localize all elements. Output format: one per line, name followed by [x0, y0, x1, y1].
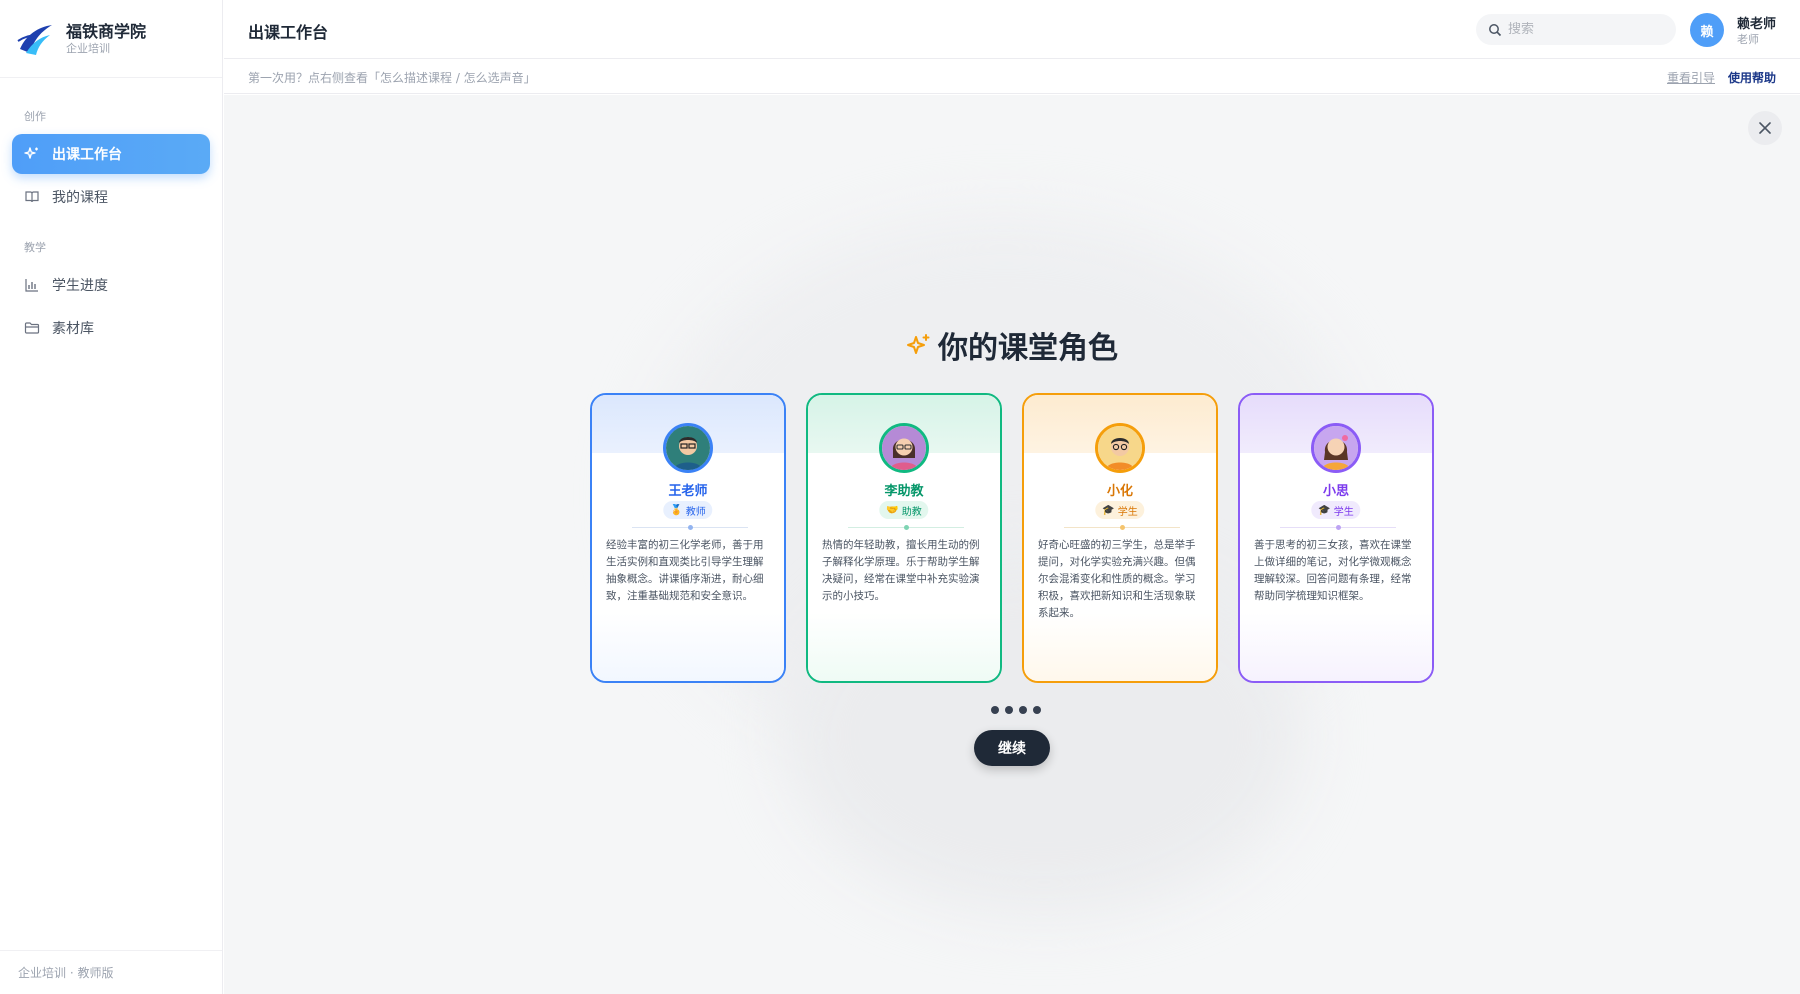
sidebar-item-label: 我的课程	[52, 190, 108, 206]
page-dot[interactable]	[1019, 706, 1027, 714]
close-icon	[1759, 122, 1771, 134]
sidebar: 福铁商学院 企业培训 创作 出课工作台 我的课程 教学 学生进度 素材库 企业培…	[0, 0, 223, 994]
page-dot[interactable]	[1033, 706, 1041, 714]
role-badge: 🏅 教师	[663, 501, 713, 519]
avatar	[1311, 423, 1361, 473]
role-name: 小化	[1106, 484, 1133, 499]
nav-section-create: 创作	[24, 110, 46, 123]
divider-dot	[904, 525, 909, 530]
role-card-student-xiaohua[interactable]: 小化 🎓 学生 好奇心旺盛的初三学生，总是举手提问，对化学实验充满兴趣。但偶尔会…	[1022, 393, 1218, 683]
brand-name: 福铁商学院	[66, 21, 147, 41]
replay-guide-link[interactable]: 重看引导	[1667, 69, 1715, 86]
sidebar-item-workbench[interactable]: 出课工作台	[12, 134, 210, 174]
role-description: 热情的年轻助教，擅长用生动的例子解释化学原理。乐于帮助学生解决疑问，经常在课堂中…	[822, 539, 980, 602]
continue-button[interactable]: 继续	[974, 730, 1050, 766]
divider-dot	[1336, 525, 1341, 530]
sparkle-icon	[906, 332, 932, 358]
sidebar-footer: 企业培训 · 教师版	[0, 950, 222, 994]
role-description: 好奇心旺盛的初三学生，总是举手提问，对化学实验充满兴趣。但偶尔会混淆变化和性质的…	[1038, 539, 1196, 619]
avatar[interactable]: 赖	[1690, 13, 1724, 47]
user-role: 老师	[1737, 33, 1759, 46]
search-box[interactable]	[1476, 14, 1676, 45]
avatar	[879, 423, 929, 473]
role-description: 经验丰富的初三化学老师，善于用生活实例和直观类比引导学生理解抽象概念。讲课循序渐…	[606, 539, 764, 602]
divider-dot	[688, 525, 693, 530]
role-badge-label: 学生	[1117, 506, 1138, 518]
assistant-avatar-icon	[882, 426, 926, 470]
pagination-dots	[991, 706, 1047, 714]
bar-chart-icon	[24, 277, 40, 293]
onboarding-overlay: 你的课堂角色 王老师 🏅 教师 经验丰富的初三化学老师，善于用生活实例和直观类比…	[224, 95, 1800, 994]
page-dot[interactable]	[991, 706, 999, 714]
avatar	[1095, 423, 1145, 473]
user-name[interactable]: 赖老师	[1737, 13, 1776, 32]
role-badge: 🎓 学生	[1311, 501, 1361, 519]
sidebar-item-label: 素材库	[52, 321, 94, 337]
role-badge-label: 教师	[685, 506, 706, 518]
sidebar-item-label: 出课工作台	[52, 147, 122, 163]
role-description: 善于思考的初三女孩，喜欢在课堂上做详细的笔记，对化学微观概念理解较深。回答问题有…	[1254, 539, 1412, 602]
medal-icon: 🏅	[670, 504, 683, 516]
search-input[interactable]	[1508, 22, 1668, 37]
modal-title-text: 你的课堂角色	[938, 331, 1118, 366]
avatar	[663, 423, 713, 473]
nav-section-teach: 教学	[24, 241, 46, 254]
student-girl-avatar-icon	[1314, 426, 1358, 470]
sidebar-item-materials[interactable]: 素材库	[12, 308, 210, 348]
page-dot[interactable]	[1005, 706, 1013, 714]
modal-title: 你的课堂角色	[224, 323, 1800, 367]
brand: 福铁商学院 企业培训	[0, 0, 222, 78]
divider-dot	[1120, 525, 1125, 530]
role-cards: 王老师 🏅 教师 经验丰富的初三化学老师，善于用生活实例和直观类比引导学生理解抽…	[590, 393, 1436, 683]
top-header: 出课工作台 赖 赖老师 老师	[224, 0, 1800, 59]
tip-bar: 第一次用？点右侧查看「怎么描述课程 / 怎么选声音」 重看引导 使用帮助	[224, 60, 1800, 94]
tip-text: 第一次用？点右侧查看「怎么描述课程 / 怎么选声音」	[248, 71, 536, 85]
folder-icon	[24, 320, 40, 336]
role-card-assistant[interactable]: 李助教 🤝 助教 热情的年轻助教，擅长用生动的例子解释化学原理。乐于帮助学生解决…	[806, 393, 1002, 683]
role-name: 李助教	[884, 484, 924, 499]
page-title: 出课工作台	[248, 23, 329, 42]
graduation-cap-icon: 🎓	[1102, 504, 1115, 516]
book-icon	[24, 189, 40, 205]
sidebar-item-student-progress[interactable]: 学生进度	[12, 265, 210, 305]
role-badge: 🎓 学生	[1095, 501, 1145, 519]
sidebar-item-label: 学生进度	[52, 278, 108, 294]
sparkle-icon	[24, 146, 40, 162]
brand-logo-icon	[17, 24, 52, 55]
help-link[interactable]: 使用帮助	[1728, 69, 1776, 86]
sidebar-item-my-courses[interactable]: 我的课程	[12, 177, 210, 217]
handshake-icon: 🤝	[886, 504, 899, 516]
brand-subtitle: 企业培训	[66, 41, 110, 55]
role-name: 王老师	[668, 484, 708, 499]
role-badge-label: 学生	[1333, 506, 1354, 518]
role-card-student-xiaosi[interactable]: 小思 🎓 学生 善于思考的初三女孩，喜欢在课堂上做详细的笔记，对化学微观概念理解…	[1238, 393, 1434, 683]
role-card-teacher[interactable]: 王老师 🏅 教师 经验丰富的初三化学老师，善于用生活实例和直观类比引导学生理解抽…	[590, 393, 786, 683]
graduation-cap-icon: 🎓	[1318, 504, 1331, 516]
role-name: 小思	[1322, 484, 1349, 499]
role-badge: 🤝 助教	[879, 501, 929, 519]
search-icon	[1489, 23, 1502, 36]
close-button[interactable]	[1748, 111, 1782, 145]
role-badge-label: 助教	[901, 506, 922, 518]
teacher-avatar-icon	[666, 426, 710, 470]
student-boy-avatar-icon	[1098, 426, 1142, 470]
